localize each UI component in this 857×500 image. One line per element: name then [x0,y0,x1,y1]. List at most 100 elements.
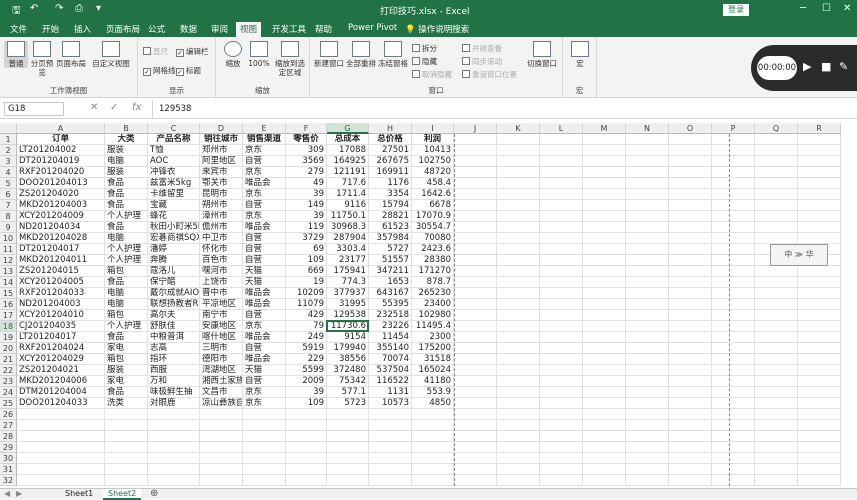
grid-cell[interactable]: 5723 [327,398,369,409]
row-header[interactable]: 32 [0,475,17,486]
grid-cell[interactable]: 儋州市 [200,222,243,233]
grid-cell[interactable]: 中卫市 [200,233,243,244]
grid-cell[interactable]: 晋中市 [200,288,243,299]
grid-cell[interactable]: DT201204019 [17,156,105,167]
grid-cell[interactable] [626,134,669,145]
grid-cell[interactable]: 自营 [243,376,286,387]
grid-cell[interactable] [669,145,712,156]
grid-cell[interactable]: 秋田小町米5kg [148,222,200,233]
row-header[interactable]: 14 [0,277,17,288]
column-header[interactable]: Q [755,123,798,134]
grid-cell[interactable] [540,321,583,332]
grid-cell[interactable] [798,354,841,365]
grid-cell[interactable]: 嘿河市 [200,266,243,277]
switch-windows-button[interactable]: 切换窗口 [526,41,558,68]
grid-cell[interactable]: 服装 [105,365,148,376]
grid-cell[interactable]: 自营 [243,255,286,266]
grid-cell[interactable] [626,288,669,299]
tab-home[interactable]: 开始 [42,23,59,35]
grid-cell[interactable] [712,431,755,442]
column-header[interactable]: K [497,123,540,134]
grid-cell[interactable] [583,343,626,354]
grid-cell[interactable]: 355140 [369,343,412,354]
grid-cell[interactable]: RXF201204020 [17,167,105,178]
grid-cell[interactable] [497,420,540,431]
grid-cell[interactable]: 服装 [105,167,148,178]
grid-cell[interactable]: 京东 [243,387,286,398]
grid-cell[interactable] [286,420,327,431]
column-header[interactable]: B [105,123,148,134]
grid-cell[interactable]: 电脑 [105,233,148,244]
grid-cell[interactable]: 10573 [369,398,412,409]
row-header[interactable]: 21 [0,354,17,365]
grid-cell[interactable] [712,354,755,365]
grid-cell[interactable] [798,277,841,288]
grid-cell[interactable] [454,299,497,310]
grid-cell[interactable] [497,442,540,453]
grid-cell[interactable] [540,453,583,464]
grid-cell[interactable]: MKD201204006 [17,376,105,387]
grid-cell[interactable] [626,420,669,431]
grid-cell[interactable] [583,409,626,420]
grid-cell[interactable] [669,332,712,343]
row-header[interactable]: 29 [0,442,17,453]
grid-cell[interactable] [669,200,712,211]
grid-cell[interactable] [497,255,540,266]
grid-cell[interactable] [540,299,583,310]
column-header[interactable]: E [243,123,286,134]
grid-cell[interactable] [798,222,841,233]
grid-cell[interactable]: 阿里地区 [200,156,243,167]
grid-cell[interactable] [540,178,583,189]
header-cell[interactable]: 产品名称 [148,134,200,145]
header-cell[interactable]: 销售渠道 [243,134,286,145]
grid-cell[interactable] [583,266,626,277]
grid-cell[interactable]: 164925 [327,156,369,167]
grid-cell[interactable] [454,431,497,442]
grid-cell[interactable]: 79 [286,321,327,332]
grid-cell[interactable] [540,233,583,244]
grid-cell[interactable]: 61523 [369,222,412,233]
row-header[interactable]: 31 [0,464,17,475]
grid-cell[interactable]: 171270 [412,266,454,277]
grid-cell[interactable]: 9116 [327,200,369,211]
grid-cell[interactable]: 保宁醋 [148,277,200,288]
row-header[interactable]: 12 [0,255,17,266]
grid-cell[interactable]: 洗类 [105,398,148,409]
grid-cell[interactable] [798,442,841,453]
grid-cell[interactable] [755,222,798,233]
grid-cell[interactable] [755,134,798,145]
grid-cell[interactable] [148,442,200,453]
grid-cell[interactable] [626,453,669,464]
grid-cell[interactable]: 京东 [243,145,286,156]
grid-cell[interactable] [712,222,755,233]
grid-cell[interactable] [540,167,583,178]
grid-cell[interactable] [497,453,540,464]
grid-cell[interactable]: 11454 [369,332,412,343]
grid-cell[interactable] [540,222,583,233]
row-header[interactable]: 27 [0,420,17,431]
grid-cell[interactable]: 287904 [327,233,369,244]
grid-cell[interactable]: MKD201204028 [17,233,105,244]
grid-cell[interactable]: 对眼鹿 [148,398,200,409]
grid-cell[interactable] [454,321,497,332]
headings-checkbox[interactable]: ✓ 标题 [176,65,201,76]
save-icon[interactable]: 🖫 [12,3,21,20]
grid-cell[interactable] [669,189,712,200]
grid-cell[interactable] [583,354,626,365]
zoom-button[interactable]: 缩放 [222,41,244,68]
grid-cell[interactable] [454,354,497,365]
grid-cell[interactable] [243,442,286,453]
grid-cell[interactable] [583,365,626,376]
grid-cell[interactable] [626,178,669,189]
grid-cell[interactable] [626,200,669,211]
grid-cell[interactable]: 朔州市 [200,200,243,211]
grid-cell[interactable] [327,420,369,431]
grid-cell[interactable] [327,442,369,453]
grid-cell[interactable] [454,156,497,167]
grid-cell[interactable] [669,299,712,310]
grid-cell[interactable]: 文昌市 [200,387,243,398]
grid-cell[interactable]: 5919 [286,343,327,354]
grid-cell[interactable] [712,343,755,354]
grid-cell[interactable]: LT201204017 [17,332,105,343]
grid-cell[interactable] [669,244,712,255]
